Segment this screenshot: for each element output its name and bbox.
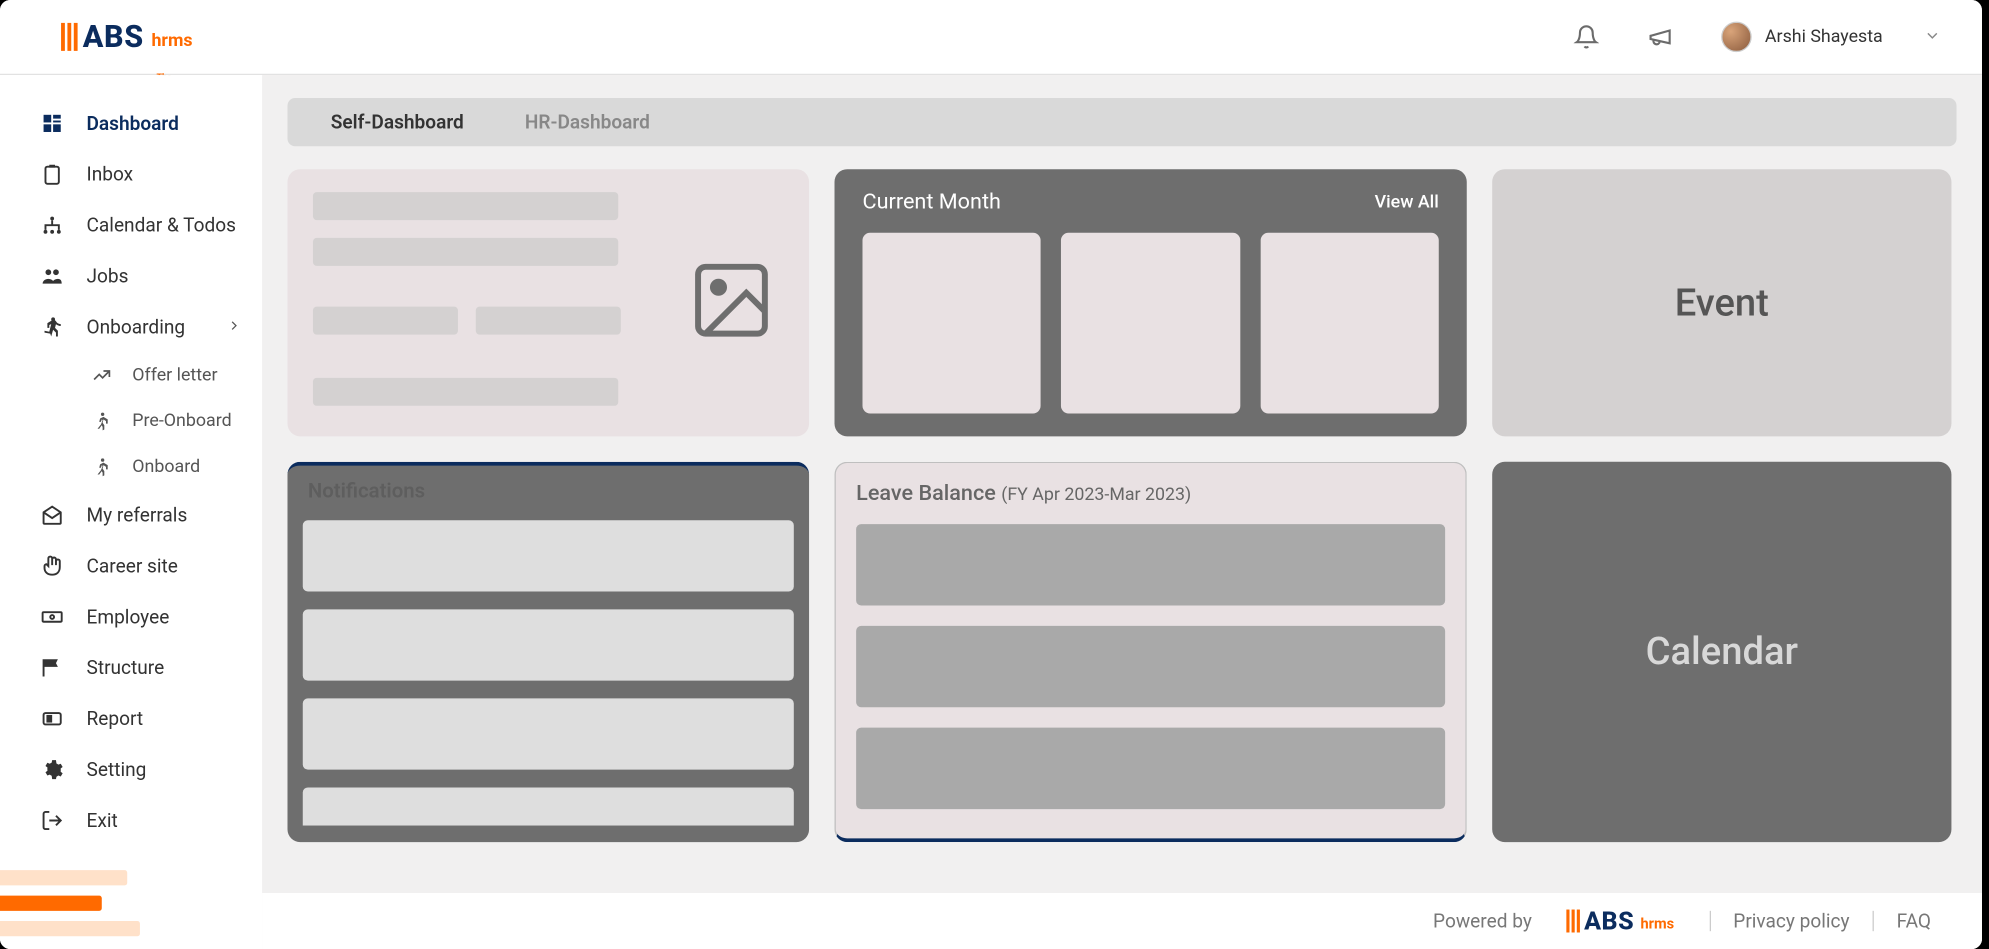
chevron-right-icon <box>226 315 241 338</box>
sidebar-item-employee[interactable]: Employee <box>0 592 262 643</box>
profile-card <box>287 169 809 436</box>
brand-hrms: hrms <box>151 31 192 51</box>
current-month-card: Current Month View All <box>835 169 1467 436</box>
sidebar-item-label: Employee <box>87 606 170 629</box>
sidebar-sub-label: Onboard <box>132 457 200 477</box>
sidebar-item-label: Structure <box>87 656 165 679</box>
notification-row[interactable] <box>303 520 794 591</box>
sidebar-sub-onboard[interactable]: Onboard <box>0 444 262 490</box>
sidebar-item-inbox[interactable]: Inbox <box>0 149 262 200</box>
sidebar-item-label: Dashboard <box>87 112 179 135</box>
walk-icon <box>92 411 112 431</box>
tab-self-dashboard[interactable]: Self-Dashboard <box>331 111 464 134</box>
skeleton-line <box>313 307 458 335</box>
sidebar-sub-offer-letter[interactable]: Offer letter <box>0 352 262 398</box>
leave-row[interactable] <box>856 626 1445 707</box>
sidebar-item-structure[interactable]: Structure <box>0 642 262 693</box>
sidebar-item-label: Onboarding <box>87 315 186 338</box>
sitemap-icon <box>41 214 64 237</box>
current-month-title: Current Month <box>862 190 1000 215</box>
powered-by-label: Powered by <box>1433 910 1532 933</box>
megaphone-icon[interactable] <box>1648 24 1673 49</box>
sidebar-sub-label: Offer letter <box>132 365 217 385</box>
skeleton-line <box>476 307 621 335</box>
calendar-title: Calendar <box>1646 630 1798 675</box>
walk-icon <box>92 457 112 477</box>
month-tile[interactable] <box>1061 233 1240 414</box>
month-tile[interactable] <box>862 233 1041 414</box>
image-placeholder-icon <box>687 256 776 350</box>
tab-hr-dashboard[interactable]: HR-Dashboard <box>525 111 650 134</box>
sidebar-item-label: Career site <box>87 555 178 578</box>
trend-up-icon <box>92 365 112 385</box>
sidebar-item-onboarding[interactable]: Onboarding <box>0 301 262 352</box>
sidebar-item-my-referrals[interactable]: My referrals <box>0 490 262 541</box>
leave-balance-title: Leave Balance <box>856 481 996 506</box>
skeleton-line <box>313 192 618 220</box>
month-tile[interactable] <box>1260 233 1439 414</box>
event-card[interactable]: Event <box>1492 169 1951 436</box>
footer: Powered by ABS hrms Privacy policy FAQ <box>262 893 1982 949</box>
brand-abs: ABS <box>83 19 144 55</box>
sidebar-item-label: Report <box>87 707 144 730</box>
notification-row[interactable] <box>303 698 794 769</box>
sidebar-item-label: Calendar & Todos <box>87 214 237 237</box>
envelope-open-icon <box>41 504 64 527</box>
footer-logo[interactable]: ABS hrms <box>1567 906 1675 935</box>
chevron-down-icon <box>1923 25 1941 49</box>
sidebar-item-jobs[interactable]: Jobs <box>0 251 262 302</box>
notifications-title: Notifications <box>287 466 809 511</box>
leave-balance-card: Leave Balance (FY Apr 2023-Mar 2023) <box>835 462 1467 842</box>
avatar <box>1722 22 1753 53</box>
hand-icon <box>41 555 64 578</box>
sidebar-item-report[interactable]: Report <box>0 693 262 744</box>
gear-icon <box>41 758 64 781</box>
skeleton-line <box>313 378 618 406</box>
flag-icon <box>41 656 64 679</box>
event-title: Event <box>1675 281 1769 326</box>
grid-icon <box>41 112 64 135</box>
leave-row[interactable] <box>856 728 1445 809</box>
cash-icon <box>41 606 64 629</box>
sidebar-item-label: Jobs <box>87 265 129 288</box>
notifications-card: Notifications <box>287 462 809 842</box>
dashboard-tabs: Self-Dashboard HR-Dashboard <box>287 98 1956 146</box>
notification-row[interactable] <box>303 787 794 825</box>
sidebar-item-label: Exit <box>87 809 118 832</box>
sidebar-item-label: My referrals <box>87 504 188 527</box>
people-icon <box>41 265 64 288</box>
calendar-card[interactable]: Calendar <box>1492 462 1951 842</box>
sidebar-item-label: Setting <box>87 758 147 781</box>
sidebar-sub-pre-onboard[interactable]: Pre-Onboard <box>0 398 262 444</box>
sidebar-item-label: Inbox <box>87 163 134 186</box>
decor-blob <box>0 847 153 949</box>
view-all-link[interactable]: View All <box>1375 192 1439 212</box>
sidebar-item-exit[interactable]: Exit <box>0 795 262 846</box>
leave-row[interactable] <box>856 524 1445 605</box>
privacy-link[interactable]: Privacy policy <box>1733 910 1849 933</box>
notification-row[interactable] <box>303 609 794 680</box>
clipboard-icon <box>41 163 64 186</box>
logout-icon <box>41 809 64 832</box>
bell-icon[interactable] <box>1574 24 1599 49</box>
leave-balance-sub: (FY Apr 2023-Mar 2023) <box>1001 485 1191 505</box>
badge-icon <box>41 707 64 730</box>
sidebar-sub-label: Pre-Onboard <box>132 411 231 431</box>
sidebar-item-calendar-todos[interactable]: Calendar & Todos <box>0 200 262 251</box>
skeleton-line <box>313 238 618 266</box>
exit-run-icon <box>41 315 64 338</box>
user-name: Arshi Shayesta <box>1765 27 1883 47</box>
brand-logo[interactable]: ABS hrms The Compliance Evangelist <box>61 19 192 55</box>
user-menu[interactable]: Arshi Shayesta <box>1722 22 1942 53</box>
sidebar-item-dashboard[interactable]: Dashboard <box>0 98 262 149</box>
header: ABS hrms The Compliance Evangelist Arshi… <box>0 0 1982 75</box>
sidebar: Dashboard Inbox Calendar & Todos Jobs Onboar… <box>0 75 262 949</box>
faq-link[interactable]: FAQ <box>1897 910 1931 933</box>
sidebar-item-setting[interactable]: Setting <box>0 744 262 795</box>
sidebar-item-career-site[interactable]: Career site <box>0 541 262 592</box>
